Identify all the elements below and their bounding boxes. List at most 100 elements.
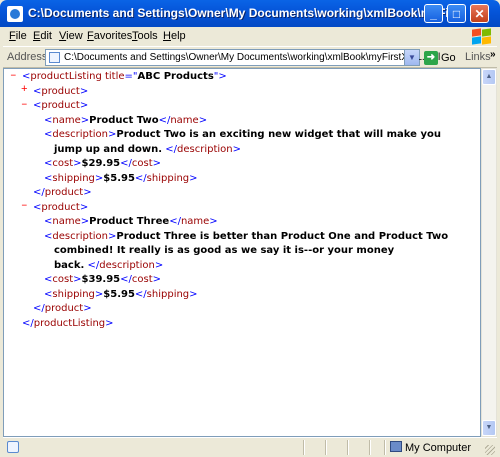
tag-name: product xyxy=(41,100,80,111)
windows-flag-icon xyxy=(468,28,494,45)
maximize-button[interactable]: □ xyxy=(447,4,466,23)
browser-window: C:\Documents and Settings\Owner\My Docum… xyxy=(0,0,500,457)
my-computer-icon xyxy=(390,441,402,452)
menu-edit-label: dit xyxy=(40,30,52,42)
go-button[interactable]: ➜ Go xyxy=(424,50,458,66)
status-divider xyxy=(384,440,386,455)
product-2-description: <description>Product Two is an exciting … xyxy=(44,129,441,140)
tag-name: cost xyxy=(131,274,153,285)
root-close-tag-name: productListing xyxy=(33,317,106,329)
root-attr-value: ABC Products xyxy=(137,71,214,82)
product-3-close-tag: </product> xyxy=(33,303,92,314)
product-2-description-line1: Product Two is an exciting new widget th… xyxy=(116,129,441,140)
menu-help-accel: H xyxy=(163,30,171,42)
menu-help-label: elp xyxy=(170,30,186,42)
address-input[interactable]: C:\Documents and Settings\Owner\My Docum… xyxy=(45,49,440,66)
address-value: C:\Documents and Settings\Owner\My Docum… xyxy=(64,52,441,63)
resize-grip[interactable] xyxy=(485,445,495,455)
minimize-button[interactable]: _ xyxy=(424,4,443,23)
tag-name: product xyxy=(44,187,84,198)
go-label: Go xyxy=(441,52,456,64)
root-close-tag: </productListing> xyxy=(22,317,114,329)
tag-name: description xyxy=(52,129,108,140)
status-divider xyxy=(303,440,305,455)
menu-tools[interactable]: Tools xyxy=(132,30,158,42)
status-divider xyxy=(347,440,349,455)
product-3-description: <description>Product Three is better tha… xyxy=(44,230,449,242)
product-2-description-line2: jump up and down. xyxy=(54,143,163,155)
tag-name: name xyxy=(52,216,81,227)
tag-name: cost xyxy=(131,158,153,169)
address-bar: Address C:\Documents and Settings\Owner\… xyxy=(3,46,497,68)
document-view[interactable]: – <productListing title="ABC Products"> … xyxy=(3,68,481,437)
menu-favorites-label: avorites xyxy=(93,30,133,42)
product-3-cost: <cost>$39.95</cost> xyxy=(44,274,162,285)
close-button[interactable]: ✕ xyxy=(470,4,489,23)
status-divider xyxy=(369,440,371,455)
tag-name: description xyxy=(52,230,108,242)
scroll-down-button[interactable]: ▼ xyxy=(482,420,496,436)
product-3-name-value: Product Three xyxy=(89,216,170,227)
product-3-description-line2: combined! It really is as good as we say… xyxy=(54,245,395,256)
product-3-open-tag: <product> xyxy=(33,201,89,213)
tag-name: shipping xyxy=(52,288,95,300)
chevron-up-icon: ▲ xyxy=(485,73,493,80)
address-label: Address xyxy=(7,51,48,63)
menu-edit[interactable]: Edit xyxy=(33,30,52,42)
product-3-cost-value: $39.95 xyxy=(81,274,121,285)
root-tag-name: productListing xyxy=(30,71,102,82)
product-3-description-end: back. </description> xyxy=(54,259,164,271)
vertical-scrollbar[interactable]: ▲ ▼ xyxy=(481,68,497,437)
product-3-description-line3: back. xyxy=(54,259,85,271)
window-title: C:\Documents and Settings\Owner\My Docum… xyxy=(28,6,448,20)
tag-name: product xyxy=(41,201,80,213)
product-2-description-cont: jump up and down. </description> xyxy=(54,143,241,155)
product-2-cost-value: $29.95 xyxy=(81,158,121,169)
chevron-down-icon: ▼ xyxy=(485,424,493,431)
menu-view[interactable]: View xyxy=(59,30,83,42)
page-status-icon xyxy=(7,441,19,453)
product-2-name: <name>Product Two</name> xyxy=(44,114,208,126)
product-1-tag-name: product xyxy=(41,85,80,97)
ie-page-icon xyxy=(7,6,23,22)
title-bar[interactable]: C:\Documents and Settings\Owner\My Docum… xyxy=(0,0,500,27)
menu-file[interactable]: File xyxy=(9,30,27,42)
status-bar: My Computer xyxy=(3,437,497,457)
chevron-down-icon: ▼ xyxy=(408,53,416,62)
tag-name: cost xyxy=(52,274,74,285)
product-1-expand-toggle[interactable]: + xyxy=(21,83,28,98)
product-2-name-value: Product Two xyxy=(89,114,159,126)
product-3-description-cont: combined! It really is as good as we say… xyxy=(54,244,394,259)
tag-name: name xyxy=(180,216,210,227)
product-3-shipping-value: $5.95 xyxy=(103,288,135,300)
status-divider xyxy=(325,440,327,455)
menu-favorites-accel: F xyxy=(87,30,94,42)
tag-name: product xyxy=(44,303,84,314)
menu-bar: File Edit View Favorites Tools Help xyxy=(3,27,497,46)
product-3-name: <name>Product Three</name> xyxy=(44,216,218,227)
product-3-collapse-toggle[interactable]: – xyxy=(21,199,28,214)
tag-name: shipping xyxy=(52,172,95,184)
links-chevron-icon[interactable]: » xyxy=(490,49,496,60)
product-2-open-tag: <product> xyxy=(33,100,89,111)
links-button[interactable]: Links xyxy=(465,51,491,63)
product-2-collapse-toggle[interactable]: – xyxy=(21,98,28,113)
root-collapse-toggle[interactable]: – xyxy=(10,69,17,84)
address-dropdown-button[interactable]: ▼ xyxy=(404,50,419,65)
menu-view-label: iew xyxy=(66,30,83,42)
tag-name: description xyxy=(99,259,155,271)
xml-file-icon xyxy=(49,52,60,63)
product-2-shipping: <shipping>$5.95</shipping> xyxy=(44,172,198,184)
tag-name: shipping xyxy=(146,288,190,300)
tag-name: cost xyxy=(52,158,74,169)
tag-name: description xyxy=(177,143,233,155)
tag-name: shipping xyxy=(146,172,190,184)
menu-help[interactable]: Help xyxy=(163,30,186,42)
scroll-up-button[interactable]: ▲ xyxy=(482,69,496,85)
tag-name: name xyxy=(52,114,81,126)
security-zone: My Computer xyxy=(405,442,472,454)
product-3-shipping: <shipping>$5.95</shipping> xyxy=(44,288,198,300)
menu-file-accel: F xyxy=(9,30,16,42)
root-attr-name: title xyxy=(104,71,125,82)
menu-favorites[interactable]: Favorites xyxy=(87,30,132,42)
